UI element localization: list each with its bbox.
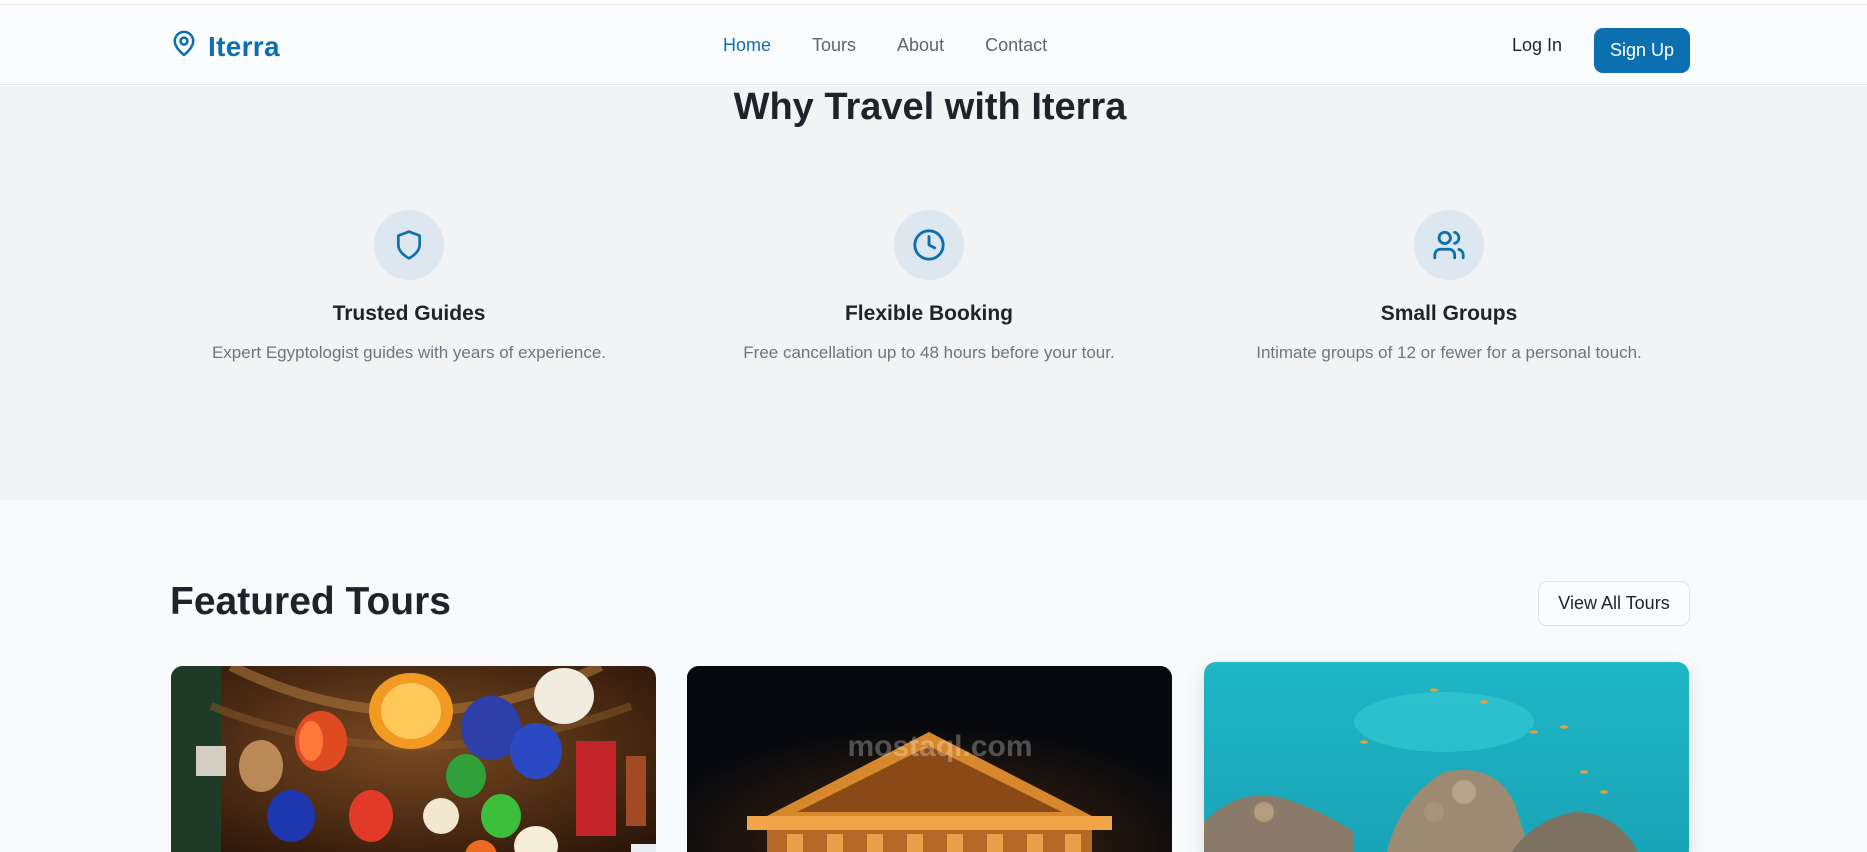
feature-text: Free cancellation up to 48 hours before … xyxy=(743,343,1115,362)
feature-title: Small Groups xyxy=(1380,302,1518,325)
feature-title: Flexible Booking xyxy=(844,302,1014,325)
clock-icon xyxy=(894,210,964,280)
feature-small-groups: Small Groups Intimate groups of 12 or fe… xyxy=(1249,210,1649,365)
reef-image xyxy=(1204,662,1689,852)
login-button[interactable]: Log In xyxy=(1512,35,1562,56)
featured-title: Featured Tours xyxy=(170,580,451,623)
why-title: Why Travel with Iterra xyxy=(733,86,1127,128)
site-header: Iterra Home Tours About Contact Log In S… xyxy=(0,5,1867,85)
map-pin-icon xyxy=(170,29,198,64)
main-nav: Home Tours About Contact xyxy=(723,35,1047,56)
signup-button[interactable]: Sign Up xyxy=(1594,28,1690,73)
watermark: mostaql.com xyxy=(847,730,1033,763)
nav-about[interactable]: About xyxy=(897,35,944,56)
shield-icon xyxy=(374,210,444,280)
logo[interactable]: Iterra xyxy=(170,29,280,64)
feature-flexible-booking: Flexible Booking Free cancellation up to… xyxy=(729,210,1129,365)
view-all-tours-button[interactable]: View All Tours xyxy=(1538,581,1690,626)
feature-text: Expert Egyptologist guides with years of… xyxy=(211,343,607,362)
lanterns-image xyxy=(171,666,656,852)
tour-card-image-lanterns[interactable] xyxy=(171,666,656,852)
brand-name: Iterra xyxy=(208,30,280,62)
why-section: Why Travel with Iterra Trusted Guides Ex… xyxy=(0,86,1867,500)
nav-home[interactable]: Home xyxy=(723,35,771,56)
users-icon xyxy=(1414,210,1484,280)
tour-card-image-reef[interactable] xyxy=(1204,662,1689,852)
feature-trusted-guides: Trusted Guides Expert Egyptologist guide… xyxy=(209,210,609,365)
nav-contact[interactable]: Contact xyxy=(985,35,1047,56)
feature-title: Trusted Guides xyxy=(332,302,486,325)
feature-text: Intimate groups of 12 or fewer for a per… xyxy=(1256,343,1642,362)
nav-tours[interactable]: Tours xyxy=(812,35,856,56)
